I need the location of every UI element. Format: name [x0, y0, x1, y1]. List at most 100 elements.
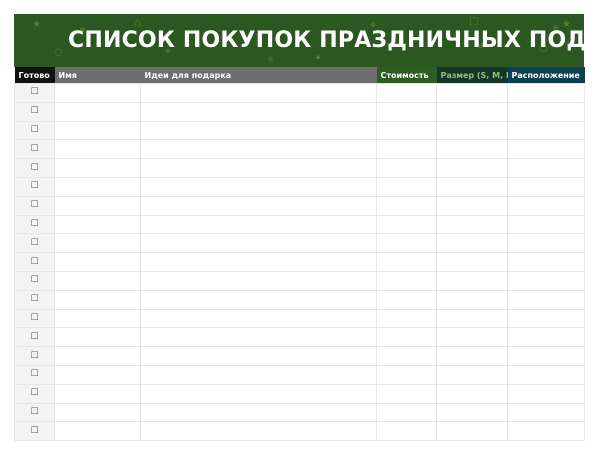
size-cell[interactable] — [436, 195, 508, 216]
location-cell[interactable] — [507, 252, 585, 272]
size-cell[interactable] — [436, 158, 508, 178]
size-cell[interactable] — [436, 402, 508, 423]
ideas-cell[interactable] — [140, 83, 377, 103]
name-cell[interactable] — [54, 120, 141, 141]
name-cell[interactable] — [54, 214, 141, 235]
name-cell[interactable] — [54, 139, 141, 160]
done-checkbox[interactable]: ☐ — [14, 176, 55, 197]
done-checkbox[interactable]: ☐ — [14, 158, 55, 178]
ideas-cell[interactable] — [140, 402, 377, 423]
location-cell[interactable] — [507, 327, 585, 348]
size-cell[interactable] — [436, 233, 508, 254]
location-cell[interactable] — [507, 158, 585, 178]
cost-cell[interactable] — [376, 195, 437, 216]
size-cell[interactable] — [436, 421, 508, 442]
size-cell[interactable] — [436, 346, 508, 366]
done-checkbox[interactable]: ☐ — [14, 270, 55, 291]
done-checkbox[interactable]: ☐ — [14, 252, 55, 272]
ideas-cell[interactable] — [140, 383, 377, 404]
column-header-ideas[interactable]: Идеи для подарка — [140, 67, 377, 84]
column-header-done[interactable]: Готово — [14, 67, 55, 84]
done-checkbox[interactable]: ☐ — [14, 120, 55, 141]
ideas-cell[interactable] — [140, 176, 377, 197]
location-cell[interactable] — [507, 402, 585, 423]
name-cell[interactable] — [54, 195, 141, 216]
ideas-cell[interactable] — [140, 346, 377, 366]
done-checkbox[interactable]: ☐ — [14, 195, 55, 216]
ideas-cell[interactable] — [140, 270, 377, 291]
done-checkbox[interactable]: ☐ — [14, 346, 55, 366]
name-cell[interactable] — [54, 346, 141, 366]
size-cell[interactable] — [436, 327, 508, 348]
cost-cell[interactable] — [376, 421, 437, 442]
cost-cell[interactable] — [376, 252, 437, 272]
ideas-cell[interactable] — [140, 101, 377, 122]
done-checkbox[interactable]: ☐ — [14, 383, 55, 404]
size-cell[interactable] — [436, 214, 508, 235]
cost-cell[interactable] — [376, 120, 437, 141]
cost-cell[interactable] — [376, 158, 437, 178]
cost-cell[interactable] — [376, 364, 437, 385]
done-checkbox[interactable]: ☐ — [14, 233, 55, 254]
size-cell[interactable] — [436, 176, 508, 197]
location-cell[interactable] — [507, 214, 585, 235]
location-cell[interactable] — [507, 383, 585, 404]
name-cell[interactable] — [54, 402, 141, 423]
cost-cell[interactable] — [376, 233, 437, 254]
location-cell[interactable] — [507, 233, 585, 254]
ideas-cell[interactable] — [140, 139, 377, 160]
size-cell[interactable] — [436, 83, 508, 103]
done-checkbox[interactable]: ☐ — [14, 364, 55, 385]
done-checkbox[interactable]: ☐ — [14, 308, 55, 329]
name-cell[interactable] — [54, 83, 141, 103]
name-cell[interactable] — [54, 383, 141, 404]
cost-cell[interactable] — [376, 139, 437, 160]
location-cell[interactable] — [507, 289, 585, 310]
ideas-cell[interactable] — [140, 421, 377, 442]
cost-cell[interactable] — [376, 101, 437, 122]
size-cell[interactable] — [436, 383, 508, 404]
size-cell[interactable] — [436, 101, 508, 122]
location-cell[interactable] — [507, 101, 585, 122]
name-cell[interactable] — [54, 270, 141, 291]
location-cell[interactable] — [507, 421, 585, 442]
done-checkbox[interactable]: ☐ — [14, 139, 55, 160]
name-cell[interactable] — [54, 101, 141, 122]
location-cell[interactable] — [507, 308, 585, 329]
name-cell[interactable] — [54, 364, 141, 385]
size-cell[interactable] — [436, 120, 508, 141]
cost-cell[interactable] — [376, 383, 437, 404]
cost-cell[interactable] — [376, 289, 437, 310]
location-cell[interactable] — [507, 346, 585, 366]
location-cell[interactable] — [507, 270, 585, 291]
done-checkbox[interactable]: ☐ — [14, 289, 55, 310]
ideas-cell[interactable] — [140, 308, 377, 329]
cost-cell[interactable] — [376, 346, 437, 366]
cost-cell[interactable] — [376, 214, 437, 235]
location-cell[interactable] — [507, 83, 585, 103]
name-cell[interactable] — [54, 421, 141, 442]
column-header-location[interactable]: Расположение — [507, 67, 585, 84]
location-cell[interactable] — [507, 120, 585, 141]
ideas-cell[interactable] — [140, 289, 377, 310]
cost-cell[interactable] — [376, 270, 437, 291]
ideas-cell[interactable] — [140, 195, 377, 216]
name-cell[interactable] — [54, 233, 141, 254]
done-checkbox[interactable]: ☐ — [14, 214, 55, 235]
name-cell[interactable] — [54, 308, 141, 329]
name-cell[interactable] — [54, 176, 141, 197]
cost-cell[interactable] — [376, 83, 437, 103]
done-checkbox[interactable]: ☐ — [14, 83, 55, 103]
ideas-cell[interactable] — [140, 233, 377, 254]
name-cell[interactable] — [54, 252, 141, 272]
ideas-cell[interactable] — [140, 364, 377, 385]
cost-cell[interactable] — [376, 402, 437, 423]
location-cell[interactable] — [507, 139, 585, 160]
cost-cell[interactable] — [376, 327, 437, 348]
size-cell[interactable] — [436, 252, 508, 272]
location-cell[interactable] — [507, 176, 585, 197]
size-cell[interactable] — [436, 270, 508, 291]
done-checkbox[interactable]: ☐ — [14, 101, 55, 122]
column-header-name[interactable]: Имя — [54, 67, 141, 84]
size-cell[interactable] — [436, 364, 508, 385]
